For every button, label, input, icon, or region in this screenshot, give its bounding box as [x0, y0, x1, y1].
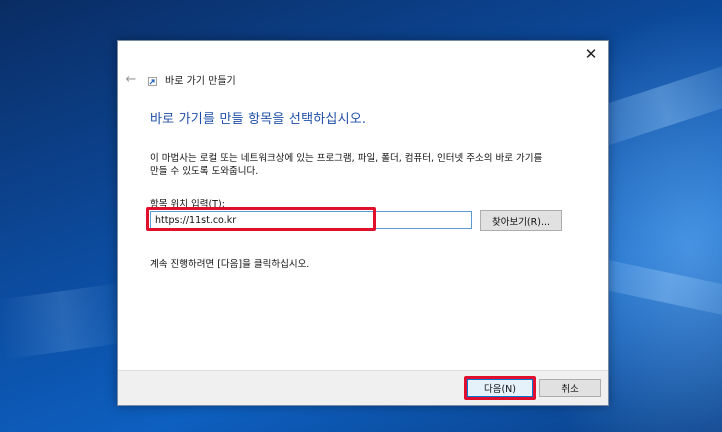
location-input[interactable]	[150, 211, 472, 229]
back-arrow-icon[interactable]: ←	[124, 72, 138, 87]
create-shortcut-dialog: ✕ ← 바로 가기 만들기 바로 가기를 만들 항목을 선택하십시오. 이 마법…	[117, 40, 609, 406]
cancel-button[interactable]: 취소	[539, 379, 601, 397]
shortcut-arrow-icon	[148, 76, 157, 86]
close-button[interactable]: ✕	[574, 41, 608, 67]
continue-instruction: 계속 진행하려면 [다음]을 클릭하십시오.	[150, 259, 310, 270]
window-title: 바로 가기 만들기	[165, 75, 236, 87]
dialog-footer: 다음(N) 취소	[118, 370, 608, 405]
browse-button[interactable]: 찾아보기(R)...	[480, 210, 562, 231]
page-heading: 바로 가기를 만들 항목을 선택하십시오.	[150, 112, 367, 127]
wallpaper-light-beam	[0, 282, 133, 360]
location-label: 항목 위치 입력(T):	[150, 199, 225, 210]
wizard-description: 이 마법사는 로컬 또는 네트워크상에 있는 프로그램, 파일, 폴더, 컴퓨터…	[150, 152, 590, 178]
description-line: 만들 수 있도록 도와줍니다.	[150, 166, 259, 177]
next-button[interactable]: 다음(N)	[467, 379, 533, 397]
description-line: 이 마법사는 로컬 또는 네트워크상에 있는 프로그램, 파일, 폴더, 컴퓨터…	[150, 153, 543, 164]
close-icon: ✕	[584, 45, 598, 63]
wizard-titlebar: ← 바로 가기 만들기	[124, 69, 236, 89]
